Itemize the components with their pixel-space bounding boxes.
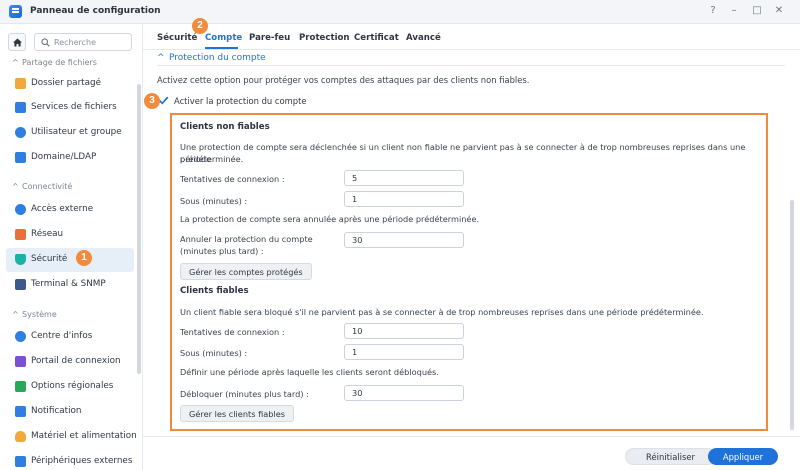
- protection-settings-panel: Clients non fiables Une protection de co…: [170, 113, 768, 431]
- sidebar-item-dossier-partage[interactable]: Dossier partagé: [6, 72, 134, 96]
- content-area: ^ Protection du compte Activez cette opti…: [143, 51, 800, 436]
- untrusted-cancel-input[interactable]: [344, 232, 464, 248]
- maximize-button[interactable]: □: [750, 4, 764, 18]
- tab-pare-feu[interactable]: Pare-feu: [249, 33, 290, 43]
- home-icon: [13, 38, 22, 47]
- sidebar-item-domaine-ldap[interactable]: Domaine/LDAP: [6, 146, 134, 170]
- step-badge-1: 1: [76, 250, 92, 266]
- active-tab-indicator: [205, 47, 238, 49]
- content-scrollbar[interactable]: [790, 200, 794, 430]
- untrusted-clients-title: Clients non fiables: [180, 122, 270, 132]
- title-bar: Panneau de configuration ? – □ ✕: [0, 0, 800, 24]
- section-header-protection-compte[interactable]: ^ Protection du compte: [157, 53, 266, 63]
- users-icon: [15, 127, 26, 138]
- tab-compte[interactable]: Compte: [205, 33, 242, 43]
- external-access-icon: [15, 204, 26, 215]
- untrusted-attempts-input[interactable]: [344, 170, 464, 186]
- trusted-minutes-label: Sous (minutes) :: [180, 348, 248, 358]
- sidebar-item-reseau[interactable]: Réseau: [6, 223, 134, 247]
- chevron-up-icon: ^: [12, 58, 19, 67]
- trusted-clients-title: Clients fiables: [180, 286, 249, 296]
- untrusted-cancel-label: Annuler la protection du compte: [180, 234, 313, 244]
- untrusted-minutes-input[interactable]: [344, 191, 464, 207]
- search-input[interactable]: [54, 36, 129, 48]
- folder-icon: [15, 78, 26, 89]
- enable-protection-label[interactable]: Activer la protection du compte: [174, 96, 307, 106]
- info-icon: [15, 331, 26, 342]
- chevron-up-icon: ^: [12, 310, 19, 319]
- file-services-icon: [15, 102, 26, 113]
- section-description: Activez cette option pour protéger vos c…: [157, 75, 530, 85]
- untrusted-description-cont: prédéterminée.: [180, 154, 244, 164]
- trusted-description: Un client fiable sera bloqué s'il ne par…: [180, 307, 704, 317]
- sidebar-item-peripheriques-externes[interactable]: Périphériques externes: [6, 450, 134, 470]
- tab-certificat[interactable]: Certificat: [354, 33, 399, 43]
- manage-trusted-clients-button[interactable]: Gérer les clients fiables: [180, 405, 295, 422]
- chevron-up-icon: ^: [12, 182, 19, 191]
- portal-icon: [15, 356, 26, 367]
- terminal-icon: [15, 279, 26, 290]
- power-icon: [15, 431, 26, 442]
- sidebar-item-portail-connexion[interactable]: Portail de connexion: [6, 350, 134, 374]
- sidebar-item-centre-infos[interactable]: Centre d'infos: [6, 325, 134, 349]
- section-header-connectivite[interactable]: ^ Connectivité: [12, 182, 72, 194]
- section-divider: [157, 65, 785, 66]
- network-icon: [15, 229, 26, 240]
- trusted-unblock-input[interactable]: [344, 385, 464, 401]
- sidebar-item-services-fichiers[interactable]: Services de fichiers: [6, 96, 134, 120]
- tab-avance[interactable]: Avancé: [406, 33, 441, 43]
- manage-protected-accounts-button[interactable]: Gérer les comptes protégés: [180, 263, 312, 280]
- sidebar-item-securite[interactable]: Sécurité: [6, 248, 134, 272]
- untrusted-attempts-label: Tentatives de connexion :: [180, 174, 285, 184]
- reset-button[interactable]: Réinitialiser: [625, 448, 716, 465]
- sidebar-item-utilisateur-groupe[interactable]: Utilisateur et groupe: [6, 121, 134, 145]
- footer-bar: Réinitialiser Appliquer: [143, 436, 800, 470]
- apply-button[interactable]: Appliquer: [708, 448, 778, 465]
- step-badge-2: 2: [192, 18, 208, 34]
- step-badge-3: 3: [144, 93, 160, 109]
- minimize-button[interactable]: –: [727, 4, 741, 18]
- help-button[interactable]: ?: [706, 4, 720, 18]
- untrusted-minutes-label: Sous (minutes) :: [180, 196, 248, 206]
- sidebar-item-notification[interactable]: Notification: [6, 400, 134, 424]
- sidebar-item-acces-externe[interactable]: Accès externe: [6, 198, 134, 222]
- shield-icon: [15, 254, 26, 265]
- close-button[interactable]: ✕: [772, 4, 786, 18]
- tab-protection[interactable]: Protection: [299, 33, 350, 43]
- tab-bar: Sécurité Compte Pare-feu Protection Cert…: [143, 24, 800, 50]
- home-button[interactable]: [8, 33, 26, 51]
- control-panel-icon: [9, 5, 22, 18]
- search-icon: [41, 38, 50, 47]
- untrusted-cancel-description: La protection de compte sera annulée apr…: [180, 214, 480, 224]
- trusted-unblock-label: Débloquer (minutes plus tard) :: [180, 389, 309, 399]
- untrusted-description: Une protection de compte sera déclenchée…: [180, 142, 746, 164]
- domain-icon: [15, 152, 26, 163]
- search-box[interactable]: [34, 33, 132, 51]
- section-header-partage[interactable]: ^ Partage de fichiers: [12, 58, 97, 70]
- sidebar-scrollbar[interactable]: [137, 84, 141, 374]
- devices-icon: [15, 456, 26, 467]
- chevron-up-icon: ^: [157, 53, 165, 63]
- section-header-systeme[interactable]: ^ Système: [12, 310, 57, 322]
- regional-icon: [15, 381, 26, 392]
- sidebar-item-terminal-snmp[interactable]: Terminal & SNMP: [6, 273, 134, 297]
- trusted-unblock-description: Définir une période après laquelle les c…: [180, 367, 439, 377]
- sidebar-item-options-regionales[interactable]: Options régionales: [6, 375, 134, 399]
- trusted-attempts-input[interactable]: [344, 323, 464, 339]
- window-title: Panneau de configuration: [30, 6, 161, 16]
- sidebar-item-materiel-alimentation[interactable]: Matériel et alimentation: [6, 425, 137, 449]
- tab-securite[interactable]: Sécurité: [157, 33, 197, 43]
- trusted-minutes-input[interactable]: [344, 344, 464, 360]
- sidebar: ^Partage de fichiers Dossier partagé Ser…: [0, 24, 143, 470]
- untrusted-cancel-label-cont: (minutes plus tard) :: [180, 246, 264, 256]
- notification-icon: [15, 406, 26, 417]
- trusted-attempts-label: Tentatives de connexion :: [180, 327, 285, 337]
